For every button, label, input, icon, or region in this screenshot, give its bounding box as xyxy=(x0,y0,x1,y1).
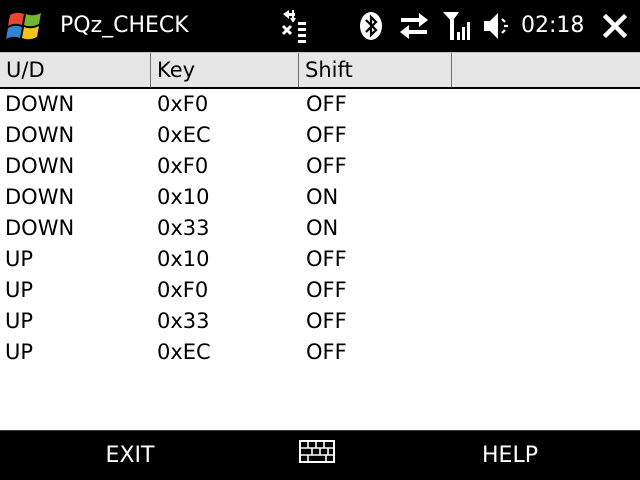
windows-start-icon[interactable] xyxy=(4,6,48,46)
title-bar: PQz_CHECK 02:18 xyxy=(0,0,640,52)
data-connection-icon[interactable] xyxy=(280,8,310,44)
list-item[interactable]: DOWN 0xEC OFF xyxy=(0,120,640,151)
list-item[interactable]: DOWN 0x10 ON xyxy=(0,182,640,213)
shift-cell: OFF xyxy=(306,154,347,178)
keyboard-icon[interactable] xyxy=(299,440,335,464)
list-header: U/D Key Shift xyxy=(0,52,640,88)
ud-cell: DOWN xyxy=(5,154,75,178)
shift-cell: OFF xyxy=(306,247,347,271)
volume-mute-icon[interactable] xyxy=(481,8,515,44)
shift-cell: OFF xyxy=(306,92,347,116)
list-item[interactable]: DOWN 0xF0 OFF xyxy=(0,89,640,120)
device-screen: PQz_CHECK 02:18 U/D Key Shift DOWN 0xF0 … xyxy=(0,0,640,480)
ud-cell: DOWN xyxy=(5,123,75,147)
key-cell: 0xEC xyxy=(157,123,211,147)
ud-cell: UP xyxy=(5,247,34,271)
ud-cell: UP xyxy=(5,309,34,333)
column-header-ud[interactable]: U/D xyxy=(0,53,151,88)
help-button[interactable]: HELP xyxy=(410,431,610,480)
list-item[interactable]: UP 0x33 OFF xyxy=(0,306,640,337)
column-header-shift[interactable]: Shift xyxy=(299,53,452,88)
column-header-empty[interactable] xyxy=(452,53,640,88)
shift-cell: ON xyxy=(306,185,339,209)
list-item[interactable]: DOWN 0xF0 OFF xyxy=(0,151,640,182)
list-item[interactable]: UP 0x10 OFF xyxy=(0,244,640,275)
key-cell: 0xEC xyxy=(157,340,211,364)
ud-cell: UP xyxy=(5,278,34,302)
key-cell: 0x10 xyxy=(157,247,210,271)
list-item[interactable]: UP 0xEC OFF xyxy=(0,337,640,368)
ud-cell: DOWN xyxy=(5,216,75,240)
softkey-bar: EXIT HELP xyxy=(0,430,640,480)
ud-cell: UP xyxy=(5,340,34,364)
key-cell: 0xF0 xyxy=(157,154,209,178)
key-cell: 0xF0 xyxy=(157,278,209,302)
key-cell: 0x33 xyxy=(157,309,210,333)
ud-cell: DOWN xyxy=(5,185,75,209)
bluetooth-icon[interactable] xyxy=(358,8,384,44)
sync-icon[interactable] xyxy=(397,8,431,44)
ud-cell: DOWN xyxy=(5,92,75,116)
key-cell: 0xF0 xyxy=(157,92,209,116)
shift-cell: OFF xyxy=(306,123,347,147)
signal-strength-icon[interactable] xyxy=(441,8,471,44)
close-icon[interactable] xyxy=(598,8,634,44)
app-title: PQz_CHECK xyxy=(60,13,189,38)
shift-cell: ON xyxy=(306,216,339,240)
clock: 02:18 xyxy=(521,13,585,38)
key-cell: 0x33 xyxy=(157,216,210,240)
key-event-list[interactable]: DOWN 0xF0 OFF DOWN 0xEC OFF DOWN 0xF0 OF… xyxy=(0,89,640,368)
exit-button[interactable]: EXIT xyxy=(30,431,230,480)
list-item[interactable]: DOWN 0x33 ON xyxy=(0,213,640,244)
list-item[interactable]: UP 0xF0 OFF xyxy=(0,275,640,306)
column-header-key[interactable]: Key xyxy=(151,53,299,88)
key-cell: 0x10 xyxy=(157,185,210,209)
shift-cell: OFF xyxy=(306,340,347,364)
shift-cell: OFF xyxy=(306,309,347,333)
shift-cell: OFF xyxy=(306,278,347,302)
